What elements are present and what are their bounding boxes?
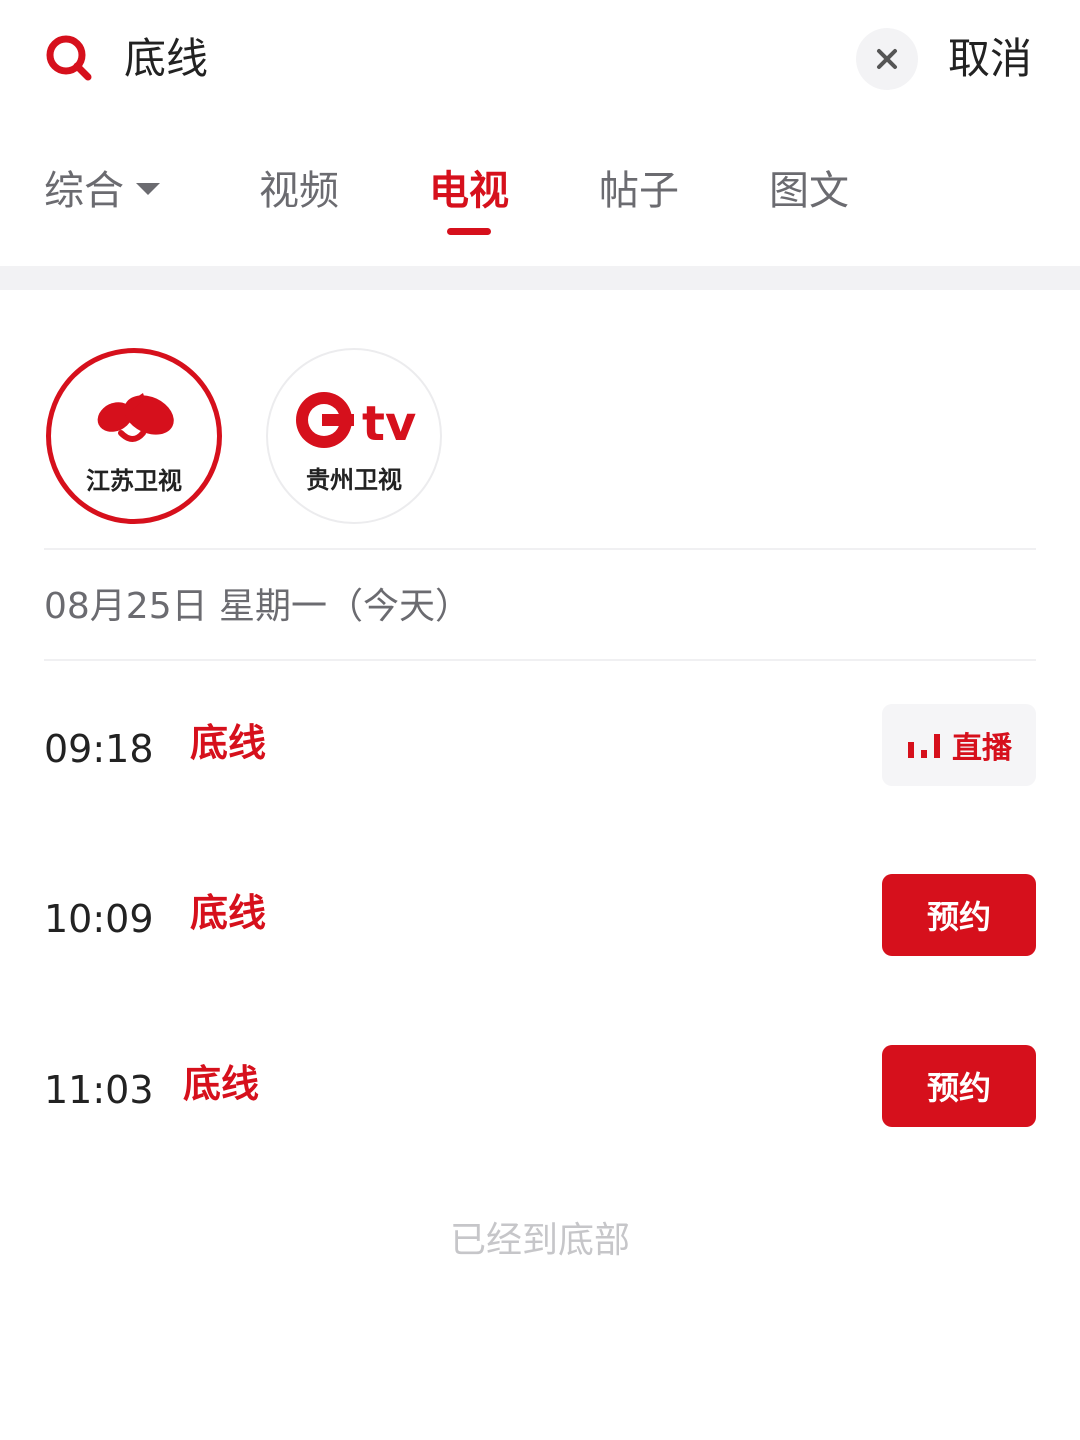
end-of-list-note: 已经到底部 (449, 1220, 630, 1261)
schedule-row: 11:03 底线 预约 (0, 1045, 1080, 1135)
tab-label: 综合 (44, 168, 124, 214)
reserve-label: 预约 (926, 898, 991, 936)
tab-articles[interactable]: 图文 (769, 164, 849, 218)
divider (44, 548, 1036, 550)
channel-guizhou[interactable]: tv 贵州卫视 (266, 348, 442, 524)
divider (44, 659, 1036, 661)
schedule-row: 10:09 底线 预约 (0, 874, 1080, 964)
live-label: 直播 (952, 731, 1012, 766)
cancel-button[interactable]: 取消 (948, 30, 1032, 88)
active-tab-indicator (447, 228, 491, 235)
live-bars-icon (908, 734, 940, 758)
search-bar: 底线 取消 (0, 0, 1080, 120)
tab-posts[interactable]: 帖子 (599, 164, 679, 218)
tab-comprehensive[interactable]: 综合 (44, 164, 160, 218)
tab-tv[interactable]: 电视 (429, 164, 509, 218)
search-input[interactable]: 底线 (124, 30, 208, 88)
caret-down-icon (136, 183, 160, 195)
date-header: 08月25日 星期一（今天） (44, 586, 472, 627)
reserve-button[interactable]: 预约 (882, 1045, 1036, 1127)
program-title[interactable]: 底线 (190, 888, 266, 938)
category-tabs: 综合 视频 电视 帖子 图文 (0, 150, 1080, 250)
reserve-label: 预约 (926, 1069, 991, 1107)
program-time: 11:03 (44, 1068, 154, 1112)
program-title[interactable]: 底线 (183, 1059, 259, 1109)
reserve-button[interactable]: 预约 (882, 874, 1036, 956)
schedule-row: 09:18 底线 直播 (0, 704, 1080, 794)
close-icon (877, 49, 897, 69)
live-button[interactable]: 直播 (882, 704, 1036, 786)
clear-search-button[interactable] (856, 28, 918, 90)
program-title[interactable]: 底线 (190, 718, 266, 768)
program-time: 10:09 (44, 897, 154, 941)
search-icon (46, 35, 92, 81)
program-time: 09:18 (44, 727, 154, 771)
guizhou-logo-text: tv (362, 396, 417, 452)
tab-video[interactable]: 视频 (259, 164, 339, 218)
channel-jiangsu[interactable]: 江苏卫视 (46, 348, 222, 524)
section-separator (0, 266, 1080, 290)
channel-label: 贵州卫视 (306, 466, 402, 494)
channel-label: 江苏卫视 (86, 467, 182, 495)
